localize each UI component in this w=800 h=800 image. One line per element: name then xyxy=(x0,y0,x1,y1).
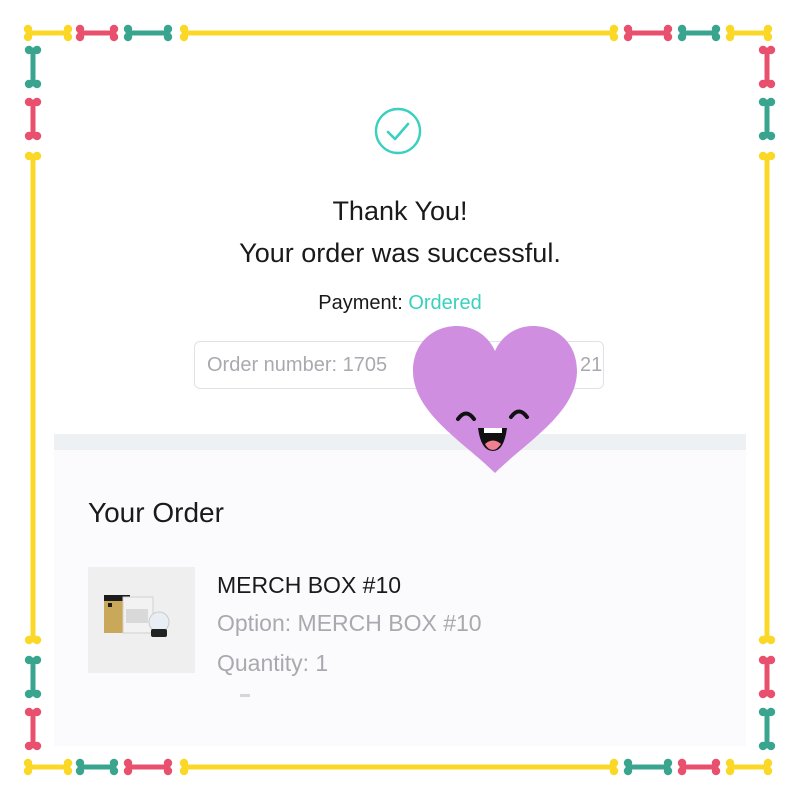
your-order-heading: Your Order xyxy=(88,497,224,528)
product-name: MERCH BOX #10 xyxy=(217,572,402,598)
bone-shape xyxy=(24,655,42,699)
bone-shape xyxy=(179,24,619,42)
product-quantity: Quantity: 1 xyxy=(217,650,329,676)
bone-shape xyxy=(677,24,721,42)
payment-label: Payment: xyxy=(318,292,403,314)
bone-shape xyxy=(75,24,119,42)
bone-shape xyxy=(23,758,73,776)
bone-shape xyxy=(677,758,721,776)
bone-shape xyxy=(758,655,776,699)
smiling-purple-heart-sticker xyxy=(413,326,577,473)
bone-shape xyxy=(758,97,776,141)
bone-shape xyxy=(24,45,42,89)
order-confirmation-screen: Thank You! Your order was successful. Pa… xyxy=(54,54,746,746)
bone-shape xyxy=(24,707,42,751)
bone-shape xyxy=(24,151,42,645)
product-thumbnail[interactable] xyxy=(88,567,195,673)
bone-shape xyxy=(123,24,173,42)
checkmark-circle-icon xyxy=(374,107,422,155)
bone-shape xyxy=(24,97,42,141)
order-success-message: Your order was successful. xyxy=(239,238,561,268)
bone-shape xyxy=(725,758,773,776)
payment-status-value: Ordered xyxy=(408,292,482,314)
bone-shape xyxy=(623,24,673,42)
bone-shape xyxy=(179,758,619,776)
bone-shape xyxy=(75,758,119,776)
confirmation-header: Thank You! Your order was successful. Pa… xyxy=(54,54,746,434)
section-divider xyxy=(54,434,746,450)
payment-status-line: Payment: Ordered xyxy=(54,292,746,315)
bone-shape xyxy=(23,24,73,42)
bone-shape xyxy=(758,707,776,751)
merch-box-product-photo xyxy=(104,595,170,637)
bone-shape xyxy=(123,758,173,776)
bone-shape xyxy=(758,45,776,89)
bone-shape xyxy=(623,758,673,776)
bone-shape xyxy=(725,24,773,42)
order-number-text: Order number: 1705 xyxy=(207,354,388,376)
truncated-text-fragment xyxy=(240,694,250,697)
product-option: Option: MERCH BOX #10 xyxy=(217,610,482,636)
thank-you-heading: Thank You! xyxy=(332,196,468,226)
bone-shape xyxy=(758,151,776,645)
